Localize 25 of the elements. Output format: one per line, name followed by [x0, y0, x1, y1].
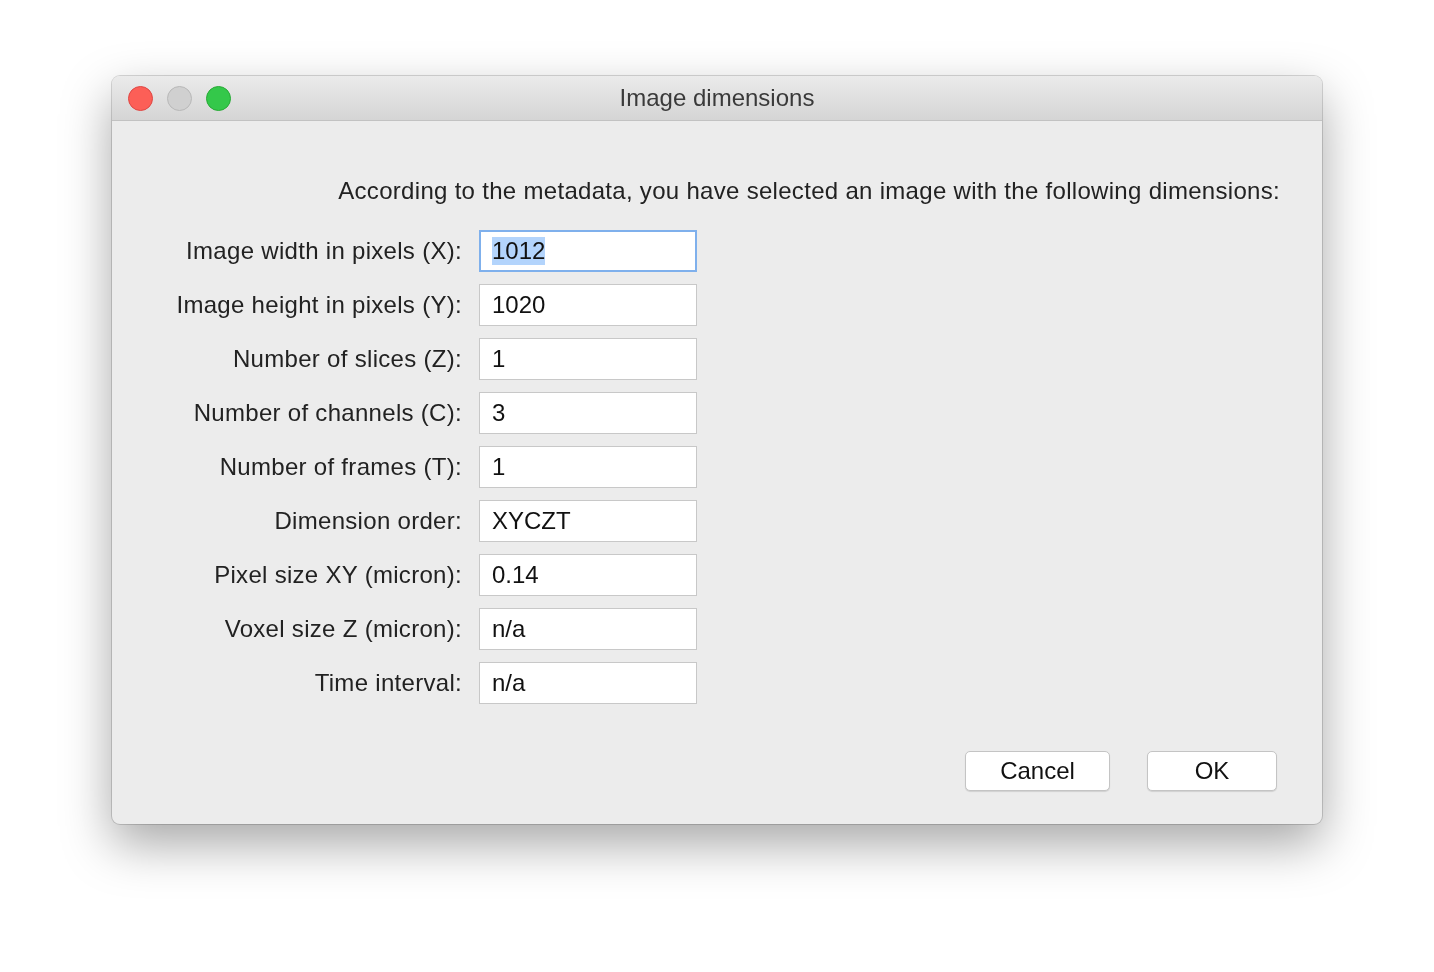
intro-text: According to the metadata, you have selected an image with the following dimensions:	[338, 177, 1280, 205]
input-field[interactable]: n/a	[479, 662, 697, 704]
ok-button[interactable]: OK	[1147, 751, 1277, 791]
zoom-button[interactable]	[206, 85, 231, 111]
field-label: Image width in pixels (X):	[185, 237, 462, 265]
input-field[interactable]: 1012	[479, 230, 697, 272]
input-field[interactable]: 3	[479, 392, 697, 434]
input-field[interactable]: n/a	[479, 608, 697, 650]
input-field[interactable]: 1	[479, 338, 697, 380]
cancel-button[interactable]: Cancel	[965, 751, 1110, 791]
field-label: Time interval:	[313, 669, 462, 697]
input-field[interactable]: 0.14	[479, 554, 697, 596]
field-label: Number of channels (C):	[192, 399, 462, 427]
field-label: Image height in pixels (Y):	[175, 291, 462, 319]
input-field[interactable]: 1020	[479, 284, 697, 326]
close-button[interactable]	[128, 85, 153, 111]
field-label: Dimension order:	[273, 507, 462, 535]
field-label: Number of frames (T):	[218, 453, 462, 481]
input-field[interactable]: XYCZT	[479, 500, 697, 542]
field-label: Pixel size XY (micron):	[213, 561, 462, 589]
window-title: Image dimensions	[619, 84, 815, 111]
field-label: Voxel size Z (micron):	[223, 615, 462, 643]
field-label: Number of slices (Z):	[232, 345, 462, 373]
minimize-button[interactable]	[167, 85, 192, 111]
input-field[interactable]: 1	[479, 446, 697, 488]
